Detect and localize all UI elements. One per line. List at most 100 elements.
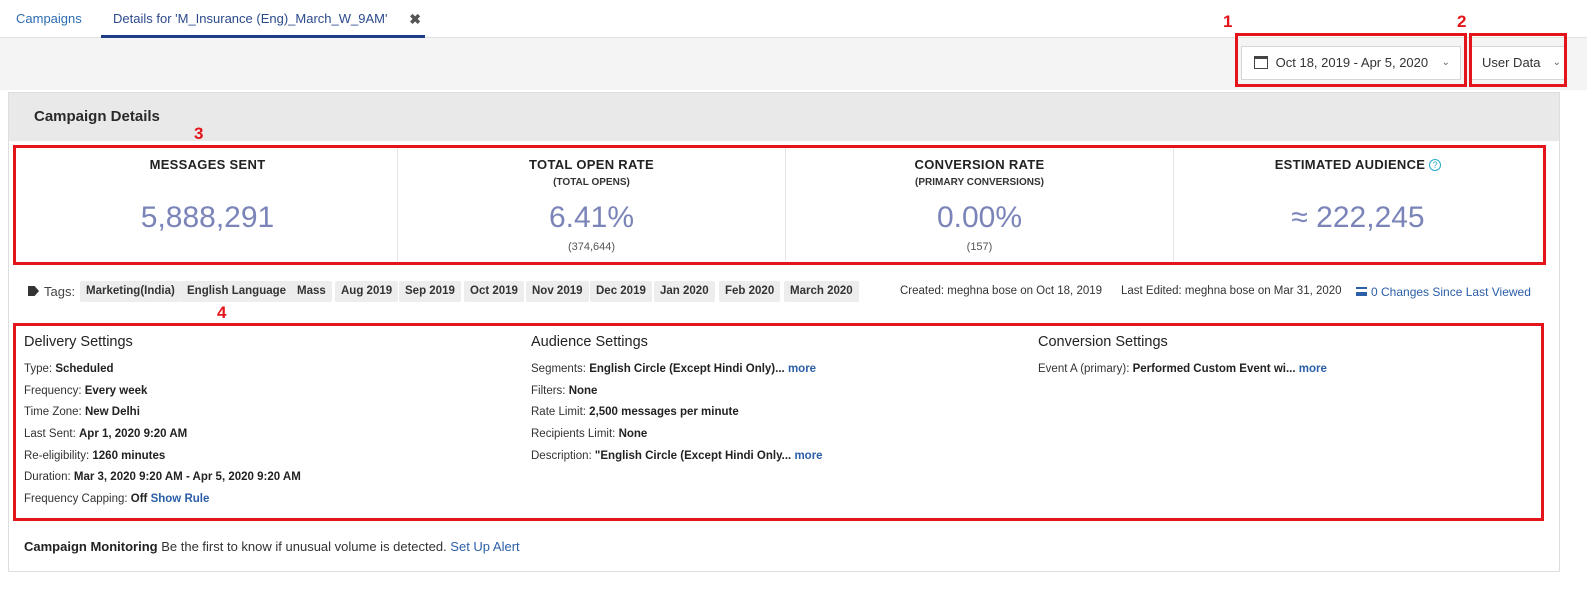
stat-total-open-rate: TOTAL OPEN RATE (TOTAL OPENS) 6.41% (374… [398,148,786,261]
delivery-settings: Delivery Settings Type: Scheduled Freque… [24,327,524,517]
last-edited-meta: Last Edited: meghna bose on Mar 31, 2020 [1121,285,1342,297]
settings-section: Delivery Settings Type: Scheduled Freque… [18,327,1540,517]
tag-chip[interactable]: Aug 2019 [335,281,399,302]
stat-value: 5,888,291 [140,201,275,234]
stat-messages-sent: MESSAGES SENT 5,888,291 [18,148,398,261]
setting-row-segments: Segments: English Circle (Except Hindi O… [531,359,1031,381]
setting-value: None [618,428,648,441]
setting-label: Segments: [531,363,586,375]
callout-number: 1 [1223,12,1233,31]
setting-row-duration: Duration: Mar 3, 2020 9:20 AM - Apr 5, 2… [24,467,524,489]
setting-value: English Circle (Except Hindi Only)... [589,363,785,375]
stat-sublabel: (TOTAL OPENS) [553,177,630,188]
stat-estimated-audience: ESTIMATED AUDIENCE? ≈ 222,245 [1174,148,1542,261]
tag-chip[interactable]: English Language [181,281,293,302]
toolbar: Oct 18, 2019 - Apr 5, 2020 ⌄ User Data ⌄ [0,38,1587,90]
delivery-settings-title: Delivery Settings [24,334,133,350]
date-range-value: Oct 18, 2019 - Apr 5, 2020 [1275,55,1429,70]
stat-label: TOTAL OPEN RATE [529,157,654,172]
tab-bar: Campaigns Details for 'M_Insurance (Eng)… [0,0,1587,38]
setting-row-reeligibility: Re-eligibility: 1260 minutes [24,446,524,468]
tags-row: Tags: Marketing(India) English Language … [18,279,1548,305]
conversion-settings: Conversion Settings Event A (primary): P… [1038,327,1538,517]
tag-chip[interactable]: Mass [291,281,332,302]
stat-label: MESSAGES SENT [149,157,266,172]
setting-label: Time Zone: [24,406,82,419]
stat-label: ESTIMATED AUDIENCE? [1174,157,1542,172]
tag-chip[interactable]: Jan 2020 [654,281,715,302]
setting-label: Frequency: [24,384,82,397]
conversion-settings-title: Conversion Settings [1038,334,1168,350]
more-link[interactable]: more [794,450,822,462]
tag-chip[interactable]: March 2020 [784,281,859,302]
setting-label: Recipients Limit: [531,428,616,441]
stat-note: (374,644) [567,241,616,253]
setting-value: 2,500 messages per minute [589,406,739,419]
audience-settings: Audience Settings Segments: English Circ… [531,327,1031,517]
more-link[interactable]: more [788,363,816,375]
set-up-alert-link[interactable]: Set Up Alert [450,539,519,554]
setting-row-frequency-capping: Frequency Capping: Off Show Rule [24,489,524,511]
stat-sublabel: (PRIMARY CONVERSIONS) [915,177,1044,188]
audience-settings-title: Audience Settings [531,334,648,350]
setting-row-last-sent: Last Sent: Apr 1, 2020 9:20 AM [24,424,524,446]
callout-number: 3 [194,124,204,143]
page-title: Campaign Details [34,108,160,125]
calendar-icon [1254,56,1268,69]
date-range-picker[interactable]: Oct 18, 2019 - Apr 5, 2020 ⌄ [1241,46,1461,80]
stat-value: ≈ 222,245 [1291,201,1425,234]
setting-row-description: Description: "English Circle (Except Hin… [531,446,1031,468]
setting-value: "English Circle (Except Hindi Only... [594,449,792,462]
more-link[interactable]: more [1299,363,1327,375]
tag-icon [28,286,39,296]
stat-value: 6.41% [548,201,635,234]
tab-campaign-details[interactable]: Details for 'M_Insurance (Eng)_March_W_9… [101,0,425,38]
setting-row-timezone: Time Zone: New Delhi [24,402,524,424]
setting-row-recipients-limit: Recipients Limit: None [531,424,1031,446]
tag-chip[interactable]: Marketing(India) [80,281,181,302]
monitoring-title: Campaign Monitoring [24,539,158,554]
stat-note: (157) [966,241,993,253]
callout-number: 2 [1457,12,1467,31]
tags-label: Tags: [44,284,76,299]
campaign-monitoring: Campaign Monitoring Be the first to know… [24,539,520,554]
changes-since-viewed-link[interactable]: 0 Changes Since Last Viewed [1356,285,1531,299]
setting-value: Apr 1, 2020 9:20 AM [79,428,188,441]
stat-conversion-rate: CONVERSION RATE (PRIMARY CONVERSIONS) 0.… [786,148,1174,261]
show-rule-link[interactable]: Show Rule [151,493,210,505]
setting-row-frequency: Frequency: Every week [24,381,524,403]
user-data-dropdown[interactable]: User Data ⌄ [1470,46,1566,80]
monitoring-text: Be the first to know if unusual volume i… [161,539,447,554]
tab-details-label: Details for 'M_Insurance (Eng)_March_W_9… [113,11,388,26]
setting-label: Event A (primary): [1038,363,1130,375]
panel-header: Campaign Details [9,93,1559,141]
stat-label: CONVERSION RATE [914,157,1045,172]
close-icon[interactable]: ✖ [409,0,421,38]
chevron-down-icon: ⌄ [1441,57,1450,68]
callout-number: 4 [217,303,227,322]
tag-chip[interactable]: Feb 2020 [719,281,781,302]
setting-value: Performed Custom Event wi... [1132,363,1296,375]
setting-value: Mar 3, 2020 9:20 AM - Apr 5, 2020 9:20 A… [73,471,301,484]
setting-label: Frequency Capping: [24,493,128,506]
setting-row-filters: Filters: None [531,381,1031,403]
setting-label: Description: [531,449,592,462]
stats-row: MESSAGES SENT 5,888,291 TOTAL OPEN RATE … [18,148,1542,261]
tag-chip[interactable]: Dec 2019 [590,281,652,302]
setting-label: Duration: [24,471,71,484]
setting-label: Type: [24,363,53,375]
user-data-label: User Data [1482,55,1541,70]
setting-value: New Delhi [84,406,140,419]
setting-value: 1260 minutes [92,449,166,462]
tag-chip[interactable]: Oct 2019 [464,281,524,302]
setting-label: Filters: [531,384,566,397]
help-icon[interactable]: ? [1429,159,1442,171]
setting-label: Rate Limit: [531,406,586,419]
setting-value: Off [130,493,148,506]
stat-value: 0.00% [936,201,1023,234]
changes-label: 0 Changes Since Last Viewed [1371,285,1531,299]
tag-chip[interactable]: Sep 2019 [399,281,461,302]
tag-chip[interactable]: Nov 2019 [526,281,589,302]
setting-row-rate-limit: Rate Limit: 2,500 messages per minute [531,402,1031,424]
tab-campaigns[interactable]: Campaigns [16,0,82,38]
